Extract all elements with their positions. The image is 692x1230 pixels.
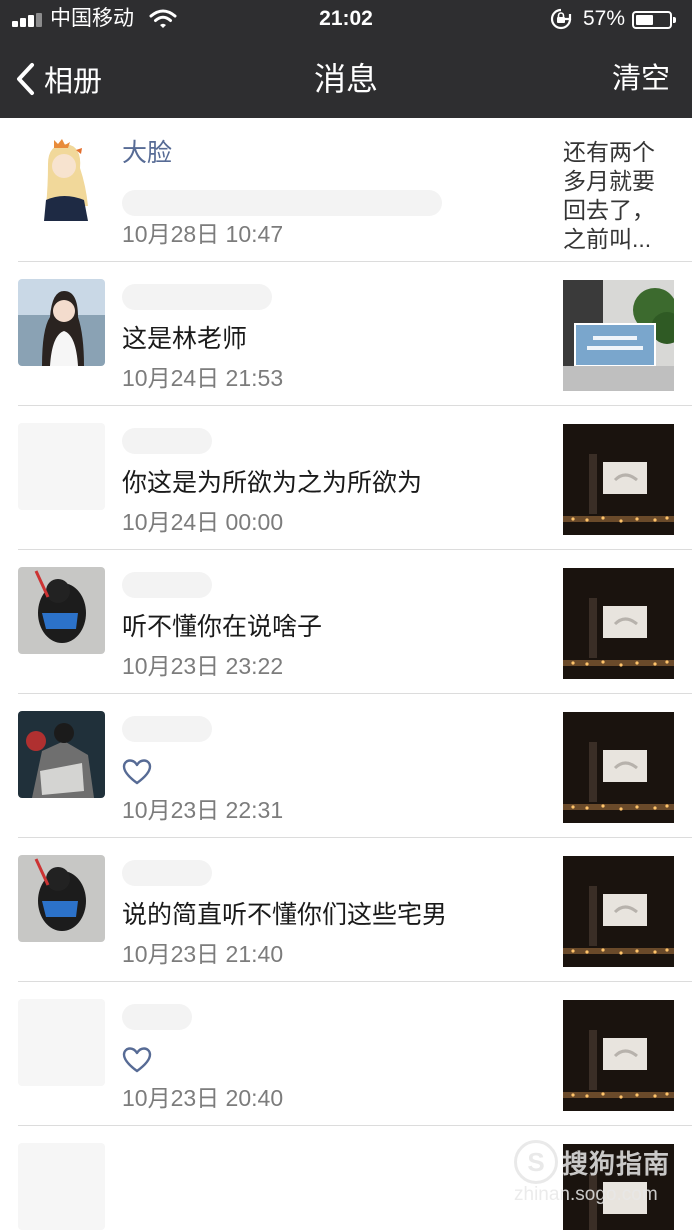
quoted-post: 还有两个多月就要回去了，之前叫... [563,139,655,252]
avatar [18,711,105,798]
rotation-lock-icon [550,8,572,30]
timestamp: 10月28日 10:47 [122,221,284,247]
page-title: 消息 [313,61,378,97]
message-text: 这是林老师 [122,325,248,353]
sogou-watermark: S 搜狗指南 zhinan.sogo.com [514,1140,684,1210]
timestamp: 10月23日 20:40 [122,1085,284,1111]
post-thumbnail[interactable] [563,280,674,391]
battery-percent: 57% [583,7,626,30]
timestamp: 10月24日 21:53 [122,365,284,391]
top-bar: 中国移动 21:02 57% 相册 消息 清空 [0,0,692,118]
avatar [18,567,105,654]
timestamp: 10月23日 22:31 [122,797,284,823]
clear-button[interactable]: 清空 [612,60,670,98]
post-thumbnail[interactable] [563,856,674,967]
blurred-name [122,860,212,886]
sender-name[interactable]: 大脸 [122,138,172,168]
avatar [18,1143,105,1230]
list-item[interactable]: 你这是为所欲为之为所欲为 10月24日 00:00 [0,406,692,550]
list-item[interactable]: 10月23日 22:31 [0,694,692,838]
watermark-domain: zhinan.sogo.com [514,1184,658,1205]
list-item[interactable]: 说的简直听不懂你们这些宅男 10月23日 21:40 [0,838,692,982]
timestamp: 10月23日 23:22 [122,653,284,679]
blurred-name [122,572,212,598]
blurred-name [122,428,212,454]
list-item[interactable]: 大脸 10月28日 10:47 还有两个多月就要回去了，之前叫... [0,118,692,262]
message-text: 听不懂你在说啥子 [122,613,323,641]
battery-icon [632,11,676,29]
list-item[interactable]: 听不懂你在说啥子 10月23日 23:22 [0,550,692,694]
status-bar: 中国移动 21:02 57% [0,0,692,40]
message-text: 说的简直听不懂你们这些宅男 [122,901,448,929]
timestamp: 10月24日 00:00 [122,509,284,535]
list-item[interactable]: 10月23日 20:40 [0,982,692,1126]
heart-icon [122,759,152,785]
blurred-text [122,190,442,216]
post-thumbnail[interactable] [563,424,674,535]
sogou-logo-icon: S [514,1140,558,1184]
list-item[interactable]: 这是林老师 10月24日 21:53 [0,262,692,406]
post-thumbnail[interactable] [563,1000,674,1111]
post-thumbnail[interactable] [563,712,674,823]
navigation-bar: 相册 消息 清空 [0,40,692,118]
avatar [18,855,105,942]
blurred-name [122,716,212,742]
avatar [18,999,105,1086]
avatar [18,279,105,366]
blurred-name [122,1004,192,1030]
heart-icon [122,1047,152,1073]
avatar [18,134,105,221]
avatar [18,423,105,510]
timestamp: 10月23日 21:40 [122,941,284,967]
watermark-brand: 搜狗指南 [562,1149,671,1179]
blurred-name [122,284,272,310]
message-text: 你这是为所欲为之为所欲为 [122,469,423,497]
post-thumbnail[interactable] [563,568,674,679]
